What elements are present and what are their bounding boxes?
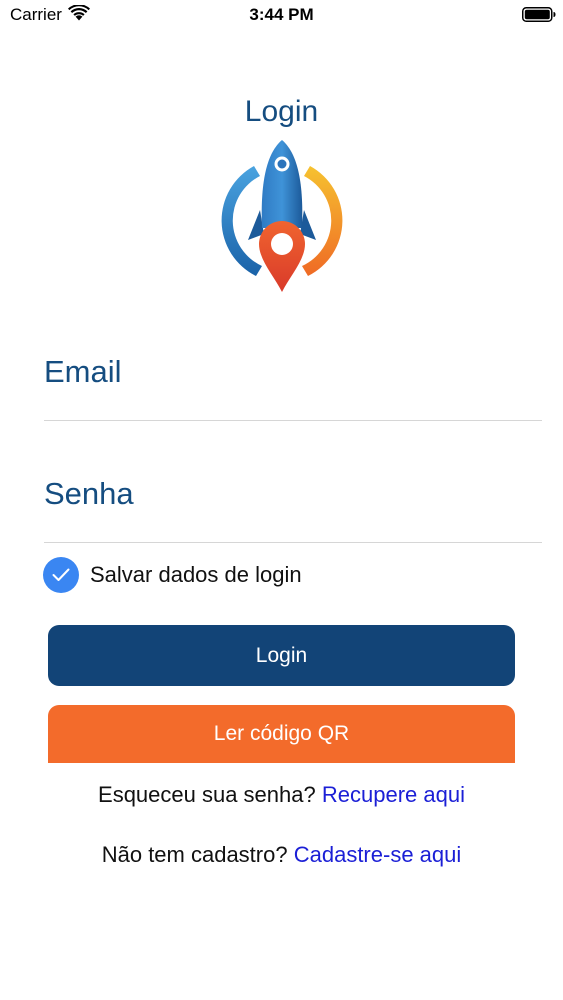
- clock: 3:44 PM: [249, 5, 314, 24]
- save-login-row[interactable]: Salvar dados de login: [43, 557, 302, 593]
- login-screen: Carrier 3:44 PM Login Email Salvar dados…: [0, 0, 563, 1000]
- checkmark-icon: [52, 568, 70, 581]
- forgot-password-line: Esqueceu sua senha? Recupere aqui: [0, 782, 563, 808]
- password-input[interactable]: [44, 476, 542, 512]
- recover-password-link[interactable]: Recupere aqui: [322, 782, 465, 807]
- forgot-password-text: Esqueceu sua senha?: [98, 782, 316, 807]
- register-line: Não tem cadastro? Cadastre-se aqui: [0, 842, 563, 868]
- password-field: [44, 472, 542, 543]
- save-login-checkbox[interactable]: [43, 557, 79, 593]
- save-login-label: Salvar dados de login: [90, 562, 302, 587]
- email-input[interactable]: [44, 354, 542, 390]
- read-qr-button[interactable]: Ler código QR: [48, 705, 515, 763]
- rocket-location-logo: [221, 140, 343, 292]
- email-field: [44, 350, 542, 421]
- battery-icon: [522, 7, 556, 22]
- page-title: Login: [244, 95, 319, 128]
- status-bar: Carrier 3:44 PM: [0, 0, 563, 30]
- register-link[interactable]: Cadastre-se aqui: [294, 842, 462, 867]
- register-text: Não tem cadastro?: [101, 842, 288, 867]
- login-button[interactable]: Login: [48, 625, 515, 686]
